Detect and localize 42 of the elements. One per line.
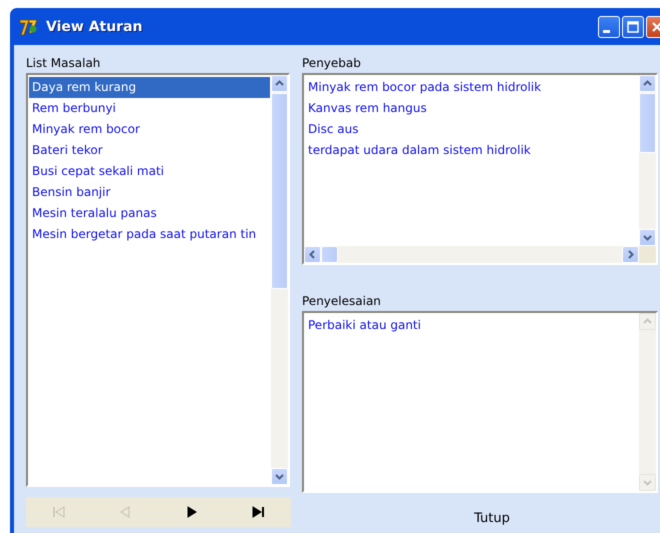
scroll-left-button[interactable] [304,246,321,263]
list-item[interactable]: terdapat udara dalam sistem hidrolik [305,140,638,161]
solution-text: Perbaiki atau ganti [307,317,422,334]
list-item[interactable]: Mesin teralalu panas [29,203,270,224]
list-item[interactable]: Kanvas rem hangus [305,98,638,119]
list-item[interactable]: Daya rem kurang [29,77,270,98]
app-logo-icon [18,16,40,36]
chevron-down-icon [643,233,652,242]
close-dialog-button[interactable]: Tutup [302,503,660,533]
minimize-icon [603,30,610,32]
scroll-thumb[interactable] [271,93,288,289]
chevron-right-icon [626,250,635,259]
list-item[interactable]: Rem berbunyi [29,98,270,119]
minimize-button[interactable] [598,16,620,38]
solution-label: Penyelesaian [302,293,382,310]
cause-label: Penyebab [302,55,362,72]
skip-back-icon [52,506,66,518]
maximize-button[interactable] [622,16,644,38]
list-item[interactable]: Bensin banjir [29,182,270,203]
triangle-left-icon [118,506,132,518]
list-item[interactable]: Disc aus [305,119,638,140]
skip-forward-icon [250,506,265,518]
list-item[interactable]: Minyak rem bocor [29,119,270,140]
triangle-right-icon [184,506,199,518]
scrollbar-corner [639,246,656,263]
window-title: View Aturan [46,18,144,34]
scroll-thumb[interactable] [321,246,338,263]
scroll-right-button[interactable] [622,246,639,263]
list-item[interactable]: Bateri tekor [29,140,270,161]
chevron-down-icon [275,472,284,481]
maximize-icon [626,20,640,34]
chevron-left-icon [308,250,317,259]
list-item[interactable]: Mesin bergetar pada saat putaran tin [29,224,270,245]
scroll-thumb[interactable] [639,93,656,153]
list-label: List Masalah [26,55,102,72]
list-item[interactable]: Busi cepat sekali mati [29,161,270,182]
chevron-down-icon [643,478,652,487]
list-item[interactable]: Minyak rem bocor pada sistem hidrolik [305,77,638,98]
chevron-up-icon [643,79,652,88]
close-icon [650,20,660,34]
chevron-up-icon [643,317,652,326]
chevron-up-icon [275,79,284,88]
